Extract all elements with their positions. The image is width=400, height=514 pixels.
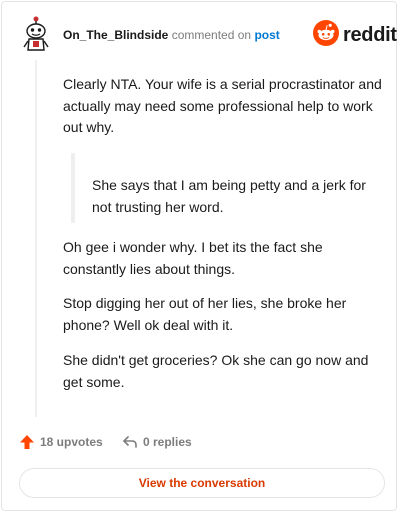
comment-paragraph-3: Stop digging her out of her lies, she br…: [63, 295, 347, 333]
view-conversation-button[interactable]: View the conversation: [19, 468, 385, 498]
snoo-avatar-icon[interactable]: [21, 16, 51, 52]
action-text: commented on: [171, 28, 252, 42]
comment-paragraph-2: Oh gee i wonder why. I bet its the fact …: [63, 239, 323, 277]
reddit-brand[interactable]: reddit: [313, 19, 397, 51]
blockquote-text: She says that I am being petty and a jer…: [92, 177, 366, 215]
post-link[interactable]: post: [254, 28, 279, 42]
comment-paragraph-4: She didn't get groceries? Ok she can go …: [63, 352, 369, 390]
reddit-logo-icon: [313, 19, 339, 51]
reply-button[interactable]: 0 replies: [122, 433, 192, 451]
blockquote-bar: [71, 153, 75, 223]
reply-arrow-icon: [123, 436, 137, 448]
upvote-arrow-icon: [20, 435, 34, 449]
comment-paragraph-1: Clearly NTA. Your wife is a serial procr…: [63, 76, 382, 135]
upvote-count: 18 upvotes: [40, 435, 103, 449]
reddit-wordmark: reddit: [343, 23, 397, 46]
reply-count: 0 replies: [143, 435, 192, 449]
comment-header: On_The_Blindside commented on post: [63, 28, 280, 42]
comment-card: On_The_Blindside commented on post reddi…: [1, 1, 397, 511]
upvote-button[interactable]: 18 upvotes: [19, 433, 103, 451]
username-link[interactable]: On_The_Blindside: [63, 28, 168, 42]
thread-line: [35, 60, 37, 417]
